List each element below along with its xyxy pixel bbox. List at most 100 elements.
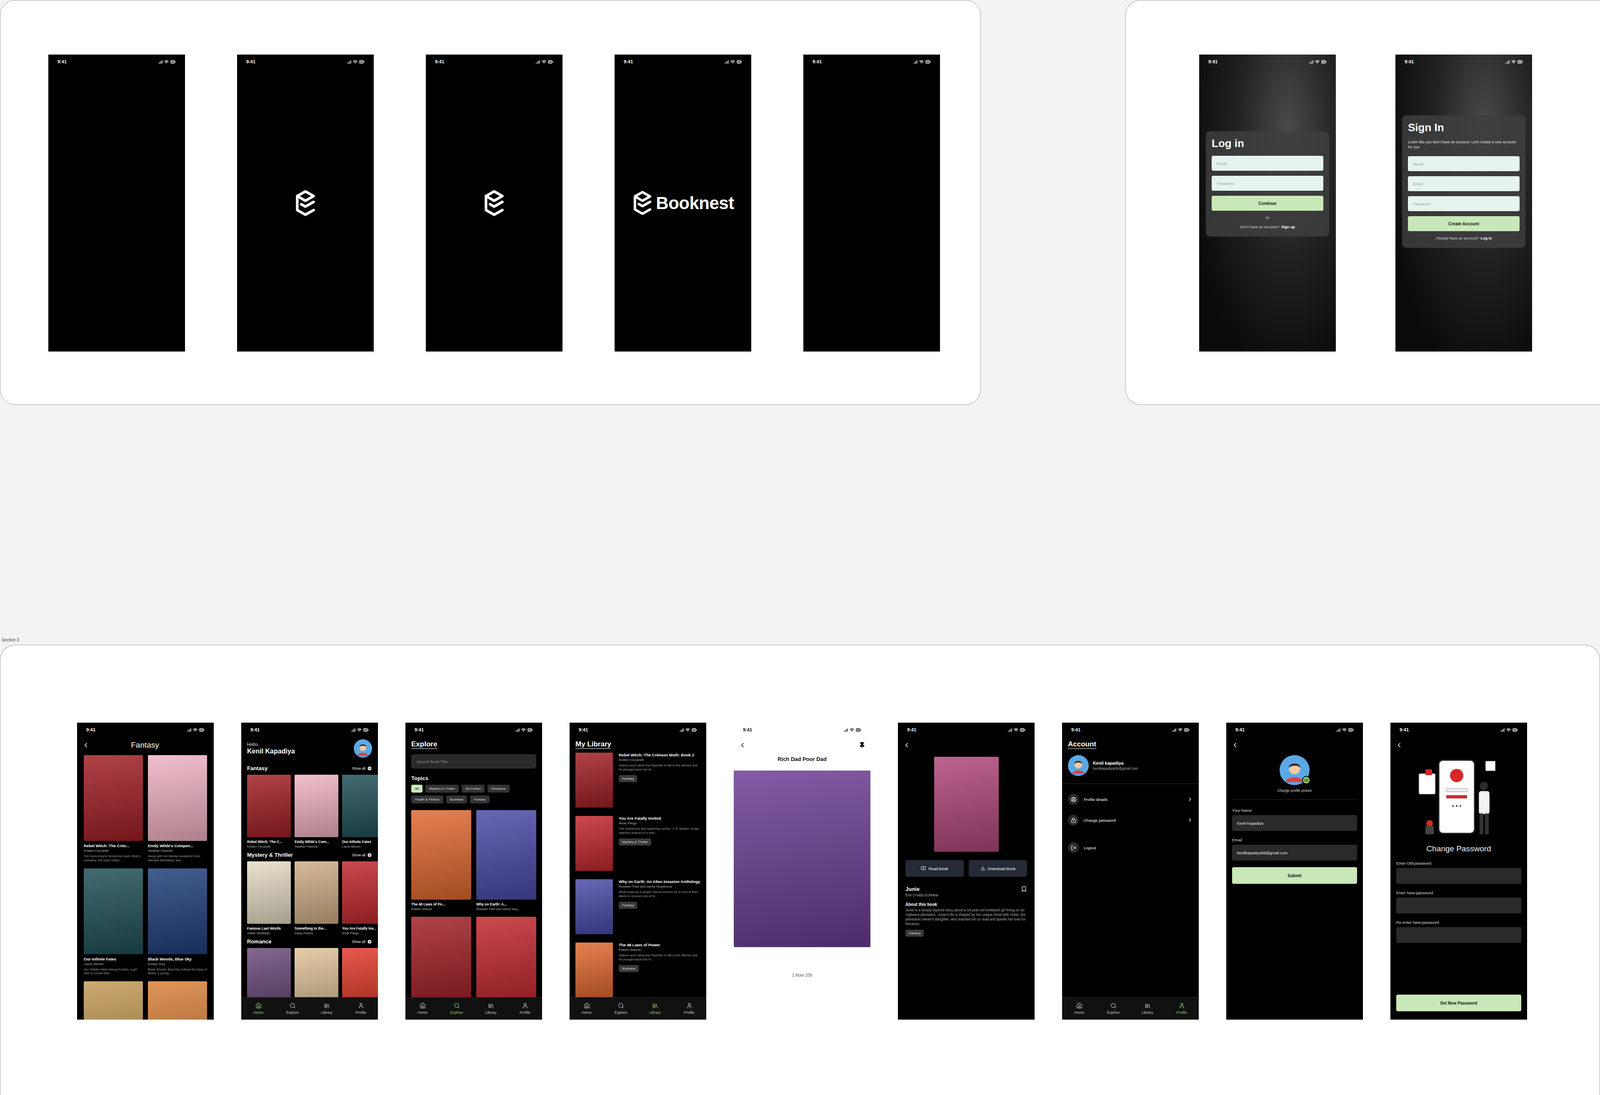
nav-item[interactable]: Library [645,1002,665,1015]
book-cover [342,775,378,838]
menu-item[interactable]: Change password [1062,810,1199,831]
back-icon[interactable] [1395,741,1403,750]
topic-chip[interactable]: Health & Fitness [411,795,444,804]
text-field[interactable]: Password [1407,196,1520,212]
battery-icon [170,59,176,65]
nav-item[interactable]: Profile [515,1002,535,1015]
nav-item[interactable]: Home [413,1002,432,1015]
book-card[interactable]: Black Woods, Blue SkyEowyn IveyBlack Woo… [147,868,208,977]
nav-item[interactable]: Home [1070,1002,1089,1015]
topic-chip[interactable]: Mystery & Thriller [425,785,459,793]
book-blurb: The mysterious and legendary author, J. … [618,827,701,836]
book-blurb: Gideon won't allow the Republic to fall … [618,953,701,963]
book-card[interactable]: Something in the...Daisy Pearce [294,861,339,936]
bookmark-icon[interactable] [1020,886,1028,893]
book-card[interactable]: Famous Last WordsGillian McAllister [247,861,291,936]
splash-content [48,68,185,352]
menu-item[interactable]: Logout [1062,837,1199,859]
book-card[interactable] [83,981,143,1020]
nav-item[interactable]: Profile [680,1002,699,1015]
back-icon[interactable] [902,741,911,750]
book-card[interactable] [342,948,378,998]
nav-item[interactable]: Profile [1172,1002,1191,1015]
library-item[interactable]: The 48 Laws of PowerRobert GreeneGideon … [569,942,707,998]
wifi-icon [685,727,690,733]
battery-icon [925,59,931,65]
book-card[interactable] [294,948,339,998]
profile-picture[interactable] [1279,755,1310,786]
nav-item[interactable]: Explore [1104,1002,1123,1015]
book-card[interactable]: Rebel Witch: The Crim...Kristen Ciccarel… [83,755,143,863]
book-blurb: Black Woods, Blue Sky follows the story … [147,967,208,977]
nav-item[interactable]: Home [577,1002,596,1015]
book-card[interactable]: The 48 Laws of Po...Robert Greene [411,810,472,912]
auth-link[interactable]: Sign up [1281,225,1295,230]
profile-name: Kenil kapadiya [1092,760,1138,766]
back-icon[interactable] [1231,741,1239,750]
book-blurb: The more they're forced into each other'… [83,854,143,863]
book-card[interactable] [411,917,472,998]
book-card[interactable]: Emily Wilde's Compen...Heather FawcettAl… [147,755,208,863]
nav-item[interactable]: Home [249,1002,268,1015]
text-field[interactable]: Email [1211,155,1324,171]
book-card[interactable]: Emily Wilde's Com...Heather Fawcett [294,775,339,849]
book-card[interactable]: Our Infinite FatesLaura Steven [342,775,378,849]
back-icon[interactable] [738,741,747,750]
book-title: Junie [905,886,920,893]
submit-button[interactable]: Continue [1211,195,1324,211]
status-icons [1335,727,1354,733]
book-title: Rebel Witch: The Crimson Moth: Book 2 [618,752,701,758]
back-icon[interactable] [82,741,90,750]
nav-item[interactable]: Library [1138,1002,1157,1015]
password-field[interactable] [1396,897,1522,914]
menu-item[interactable]: Profile details [1062,789,1199,810]
topic-chip[interactable]: All [411,785,423,793]
splash-content [803,68,940,352]
submit-button[interactable]: Submit [1232,867,1358,885]
nav-item[interactable]: Library [481,1002,500,1015]
nav-item[interactable]: Explore [283,1002,302,1015]
nav-item[interactable]: Profile [351,1002,370,1015]
password-field[interactable] [1396,927,1522,944]
book-card[interactable] [476,917,537,998]
submit-button[interactable]: Create Account [1407,216,1520,232]
submit-button[interactable]: Set New Password [1396,995,1522,1012]
auth-link[interactable]: Log in [1480,236,1493,241]
text-field[interactable]: Name [1407,156,1520,172]
show-all-link[interactable]: Show all [352,939,373,945]
text-field[interactable]: Email [1407,176,1520,192]
text-field[interactable]: Password [1211,175,1324,191]
nav-item[interactable]: Library [317,1002,336,1015]
text-field[interactable]: Kenil Kapadiya [1232,815,1358,832]
book-card[interactable]: Our Infinite FatesLaura StevenOur Infini… [83,868,143,977]
form-field: Enter New-password [1396,890,1522,921]
library-item[interactable]: Why on Earth: An Alien Invasion Antholog… [569,879,707,935]
greeting: Hello,Kenil Kapadiya [241,737,378,763]
topic-chip[interactable]: Business [446,795,468,804]
search-field[interactable]: Search Book Title [411,754,537,769]
nav-item[interactable]: Explore [447,1002,466,1015]
book-grid: The 48 Laws of Po...Robert GreeneWhy on … [405,803,543,998]
password-field[interactable] [1396,868,1522,885]
action-button[interactable]: Download Book [968,860,1028,878]
status-time: 9:41 [246,59,256,65]
wifi-icon [521,727,526,733]
topic-chip[interactable]: Fantasy [470,795,490,804]
pin-icon[interactable] [858,742,866,749]
show-all-link[interactable]: Show all [352,852,373,858]
book-card[interactable]: Rebel Witch: The C...Kristen Ciccarelli [247,775,291,849]
library-item[interactable]: Rebel Witch: The Crimson Moth: Book 2Kri… [569,752,707,808]
show-all-link[interactable]: Show all [352,766,373,772]
book-card[interactable] [247,948,291,998]
book-card[interactable] [147,981,208,1020]
book-card[interactable]: Why on Earth: A...Roselee Thiel and Varn… [476,810,537,912]
library-item[interactable]: You Are Fatally InvitedAnde PliegoThe my… [569,816,707,872]
book-cover [411,917,472,998]
topic-chip[interactable]: Romance [487,785,510,793]
nav-item[interactable]: Explore [611,1002,630,1015]
topic-chip[interactable]: Sci-Fiction [461,785,485,793]
camera-badge[interactable] [1302,776,1311,785]
book-card[interactable]: You Are Fatally Inv...Ande Pliego [342,861,378,936]
action-button[interactable]: Read Book [905,860,964,878]
text-field[interactable]: kenilkapadiya09@gmail.com [1232,845,1358,861]
